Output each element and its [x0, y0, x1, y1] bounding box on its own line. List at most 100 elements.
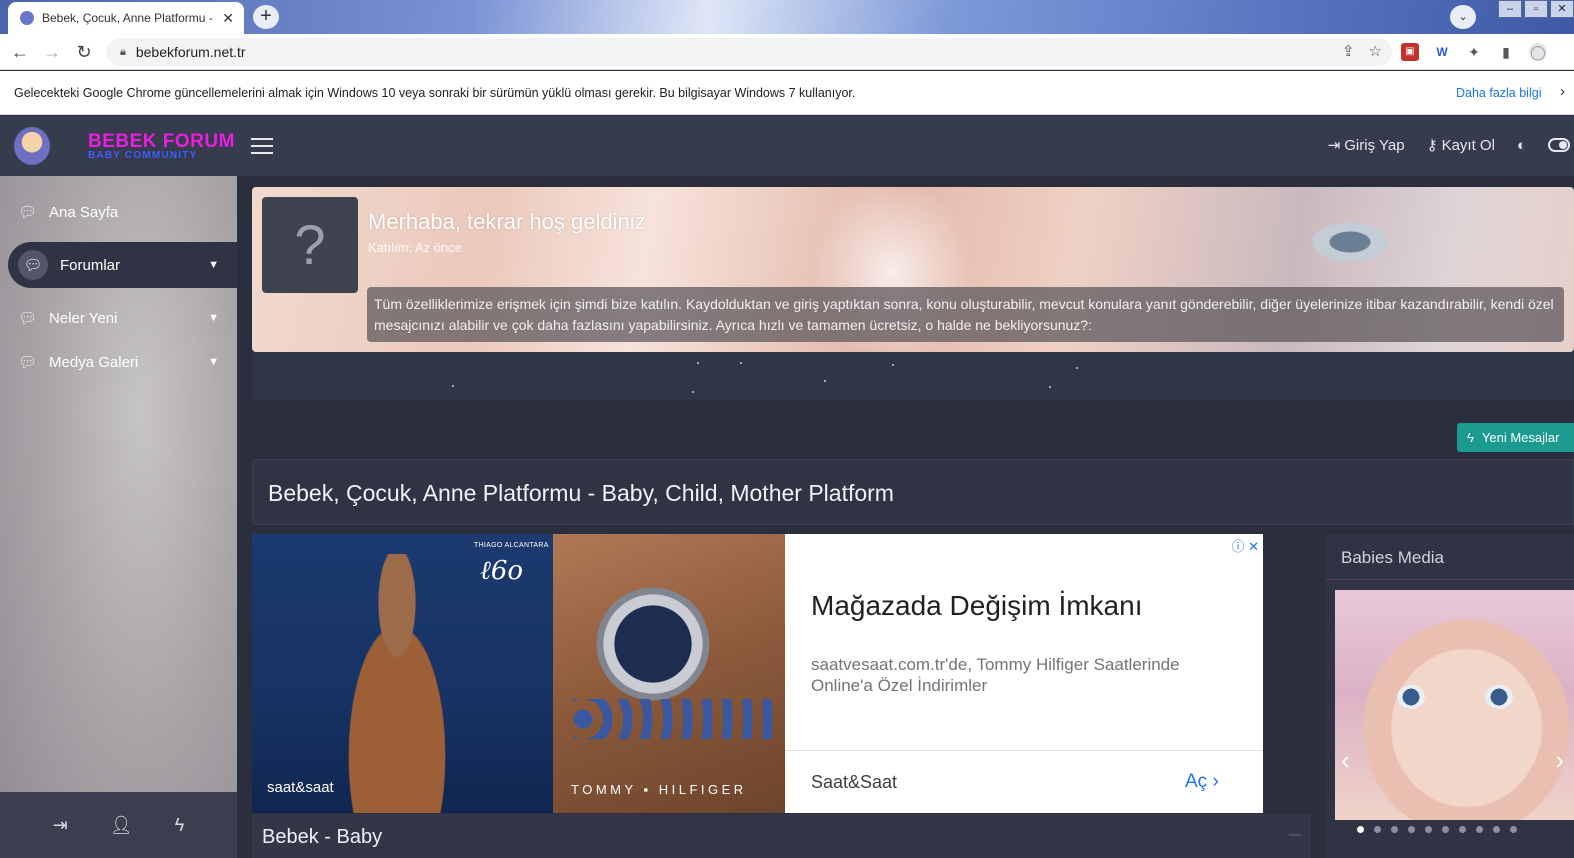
add-user-icon[interactable]: 👤︎ — [110, 815, 133, 836]
star-band — [252, 352, 1574, 400]
chat-icon: 💬︎ — [18, 204, 38, 221]
slider-dot[interactable] — [1391, 826, 1398, 833]
ad-open-button[interactable]: Aç › — [1185, 771, 1219, 793]
infobar-learn-more-link[interactable]: Daha fazla bilgi — [1456, 86, 1541, 100]
lock-icon[interactable]: 🔒︎ — [120, 46, 126, 59]
ad-signature-name: THIAGO ALCANTARA — [474, 542, 549, 549]
browser-tab[interactable]: Bebek, Çocuk, Anne Platformu - B ✕ — [8, 2, 244, 34]
puzzle-extensions-icon[interactable]: ✦ — [1465, 43, 1483, 61]
ad-brand-tommy: TOMMY ▪ HILFIGER — [571, 782, 747, 797]
joined-text: Katılım: Az önce — [368, 240, 462, 255]
palette-icon[interactable]: ◐ — [1517, 137, 1526, 154]
share-icon[interactable]: ⇪ — [1342, 42, 1355, 60]
ad-image-watch[interactable]: TOMMY ▪ HILFIGER — [553, 534, 785, 813]
chevron-down-icon[interactable]: ▼ — [208, 356, 219, 368]
slider-dot[interactable] — [1357, 826, 1364, 833]
chevron-down-icon[interactable]: ▼ — [208, 259, 219, 271]
address-bar: ← → ↻ 🔒︎ bebekforum.net.tr ⇪ ☆ ▣ W ✦ ▮ ◯ — [0, 34, 1574, 70]
welcome-banner: ? Merhaba, tekrar hoş geldiniz Katılım: … — [252, 187, 1574, 352]
welcome-description: Tüm özelliklerimize erişmek için şimdi b… — [367, 287, 1564, 342]
collapse-icon[interactable] — [1289, 834, 1301, 836]
advertisement[interactable]: THIAGO ALCANTARA ℓ6o saat&saat TOMMY ▪ H… — [252, 534, 1263, 813]
page-title: Bebek, Çocuk, Anne Platformu - Baby, Chi… — [268, 480, 894, 506]
new-posts-button[interactable]: ϟ Yeni Mesajlar — [1457, 423, 1574, 452]
chat-icon: 💬︎ — [18, 250, 48, 280]
media-widget: Babies Media ‹ › — [1325, 534, 1574, 858]
sidebar: BEBEK FORUM BABY COMMUNITY 💬︎ Ana Sayfa … — [0, 116, 237, 858]
reload-icon[interactable]: ↻ — [72, 40, 96, 64]
sidebar-item-medya-galeri[interactable]: 💬︎ Medya Galeri ▼ — [0, 336, 237, 388]
sidebar-item-label: Ana Sayfa — [49, 203, 119, 221]
infobar-close-icon[interactable]: › — [1560, 83, 1565, 100]
media-slide-image[interactable]: ‹ › — [1335, 590, 1574, 820]
back-icon[interactable]: ← — [8, 40, 32, 64]
sidebar-menu: 💬︎ Ana Sayfa 💬︎ Forumlar ▼ 💬︎ Neler Yeni… — [0, 186, 237, 388]
slider-dots — [1357, 826, 1517, 833]
url-text[interactable]: bebekforum.net.tr — [136, 44, 246, 60]
ad-advertiser: Saat&Saat — [811, 772, 898, 792]
login-icon[interactable]: ⇥ — [53, 815, 68, 836]
maximize-icon[interactable]: ▫ — [1524, 0, 1548, 18]
sidebar-item-label: Forumlar — [60, 256, 121, 274]
chrome-update-infobar: Gelecekteki Google Chrome güncellemeleri… — [0, 71, 1574, 115]
key-icon: ⚷ — [1426, 137, 1438, 154]
minimize-icon[interactable]: – — [1498, 0, 1522, 18]
bolt-icon[interactable]: ϟ — [175, 815, 185, 836]
slider-dot[interactable] — [1510, 826, 1517, 833]
bolt-icon: ϟ — [1467, 430, 1474, 445]
ad-image-model[interactable]: THIAGO ALCANTARA ℓ6o saat&saat — [252, 534, 553, 813]
slider-dot[interactable] — [1442, 826, 1449, 833]
extension-w-icon[interactable]: W — [1433, 43, 1451, 61]
welcome-text: Merhaba, tekrar hoş geldiniz — [368, 209, 646, 234]
site-favicon-icon — [20, 11, 34, 25]
section-title[interactable]: Bebek - Baby — [262, 826, 382, 849]
hamburger-menu-icon[interactable] — [251, 138, 273, 154]
tab-title: Bebek, Çocuk, Anne Platformu - B — [42, 11, 217, 25]
slider-dot[interactable] — [1408, 826, 1415, 833]
profile-avatar-icon[interactable]: ◯ — [1529, 43, 1547, 61]
sidebar-item-label: Neler Yeni — [49, 309, 118, 327]
register-link[interactable]: ⚷ Kayıt Ol — [1426, 136, 1495, 155]
bookmark-star-icon[interactable]: ☆ — [1369, 42, 1382, 60]
slider-prev-icon[interactable]: ‹ — [1341, 745, 1350, 776]
infobar-message: Gelecekteki Google Chrome güncellemeleri… — [14, 86, 856, 100]
ad-headline[interactable]: Mağazada Değişim İmkanı — [811, 590, 1142, 622]
chat-icon: 💬︎ — [18, 354, 38, 371]
watch-icon — [593, 584, 713, 704]
slider-dot[interactable] — [1425, 826, 1432, 833]
ad-signature: ℓ6o — [480, 556, 524, 586]
close-window-icon[interactable]: ✕ — [1550, 0, 1574, 18]
login-icon: ⇥ — [1327, 137, 1341, 154]
sidebar-item-ana-sayfa[interactable]: 💬︎ Ana Sayfa — [0, 186, 237, 238]
brand-subtitle: BABY COMMUNITY — [88, 149, 198, 161]
sidebar-footer: ⇥ 👤︎ ϟ — [0, 792, 237, 858]
sidebar-item-label: Medya Galeri — [49, 353, 139, 371]
slider-next-icon[interactable]: › — [1555, 745, 1564, 776]
media-widget-title: Babies Media — [1325, 534, 1574, 580]
window-controls: – ▫ ✕ — [1496, 0, 1574, 20]
topbar: ⇥ Giriş Yap ⚷ Kayıt Ol ◐ — [237, 116, 1574, 177]
ad-brand-saatsaat: saat&saat — [267, 779, 334, 796]
page-title-box: Bebek, Çocuk, Anne Platformu - Baby, Chi… — [252, 459, 1574, 525]
slider-dot[interactable] — [1493, 826, 1500, 833]
baby-logo-icon — [14, 127, 50, 165]
side-panel-icon[interactable]: ▮ — [1497, 43, 1515, 61]
browser-tabstrip: Bebek, Çocuk, Anne Platformu - B ✕ + ⌄ –… — [0, 0, 1574, 34]
slider-dot[interactable] — [1459, 826, 1466, 833]
sidebar-item-forumlar[interactable]: 💬︎ Forumlar ▼ — [8, 242, 237, 288]
slider-dot[interactable] — [1476, 826, 1483, 833]
site-logo[interactable]: BEBEK FORUM BABY COMMUNITY — [0, 116, 237, 176]
theme-toggle[interactable] — [1548, 138, 1570, 152]
login-link[interactable]: ⇥ Giriş Yap — [1327, 136, 1405, 155]
adchoices-icon[interactable]: ⓘ ✕ — [1231, 536, 1259, 555]
extension-red-icon[interactable]: ▣ — [1401, 43, 1419, 61]
forward-icon[interactable]: → — [40, 40, 64, 64]
site: BEBEK FORUM BABY COMMUNITY 💬︎ Ana Sayfa … — [0, 116, 1574, 858]
chevron-down-icon[interactable]: ▼ — [208, 312, 219, 324]
new-tab-button[interactable]: + — [253, 5, 279, 29]
omnibox[interactable]: 🔒︎ bebekforum.net.tr ⇪ ☆ — [106, 38, 1392, 66]
slider-dot[interactable] — [1374, 826, 1381, 833]
tab-search-icon[interactable]: ⌄ — [1450, 5, 1476, 29]
tab-close-icon[interactable]: ✕ — [222, 10, 234, 27]
main-content: ? Merhaba, tekrar hoş geldiniz Katılım: … — [237, 177, 1574, 858]
